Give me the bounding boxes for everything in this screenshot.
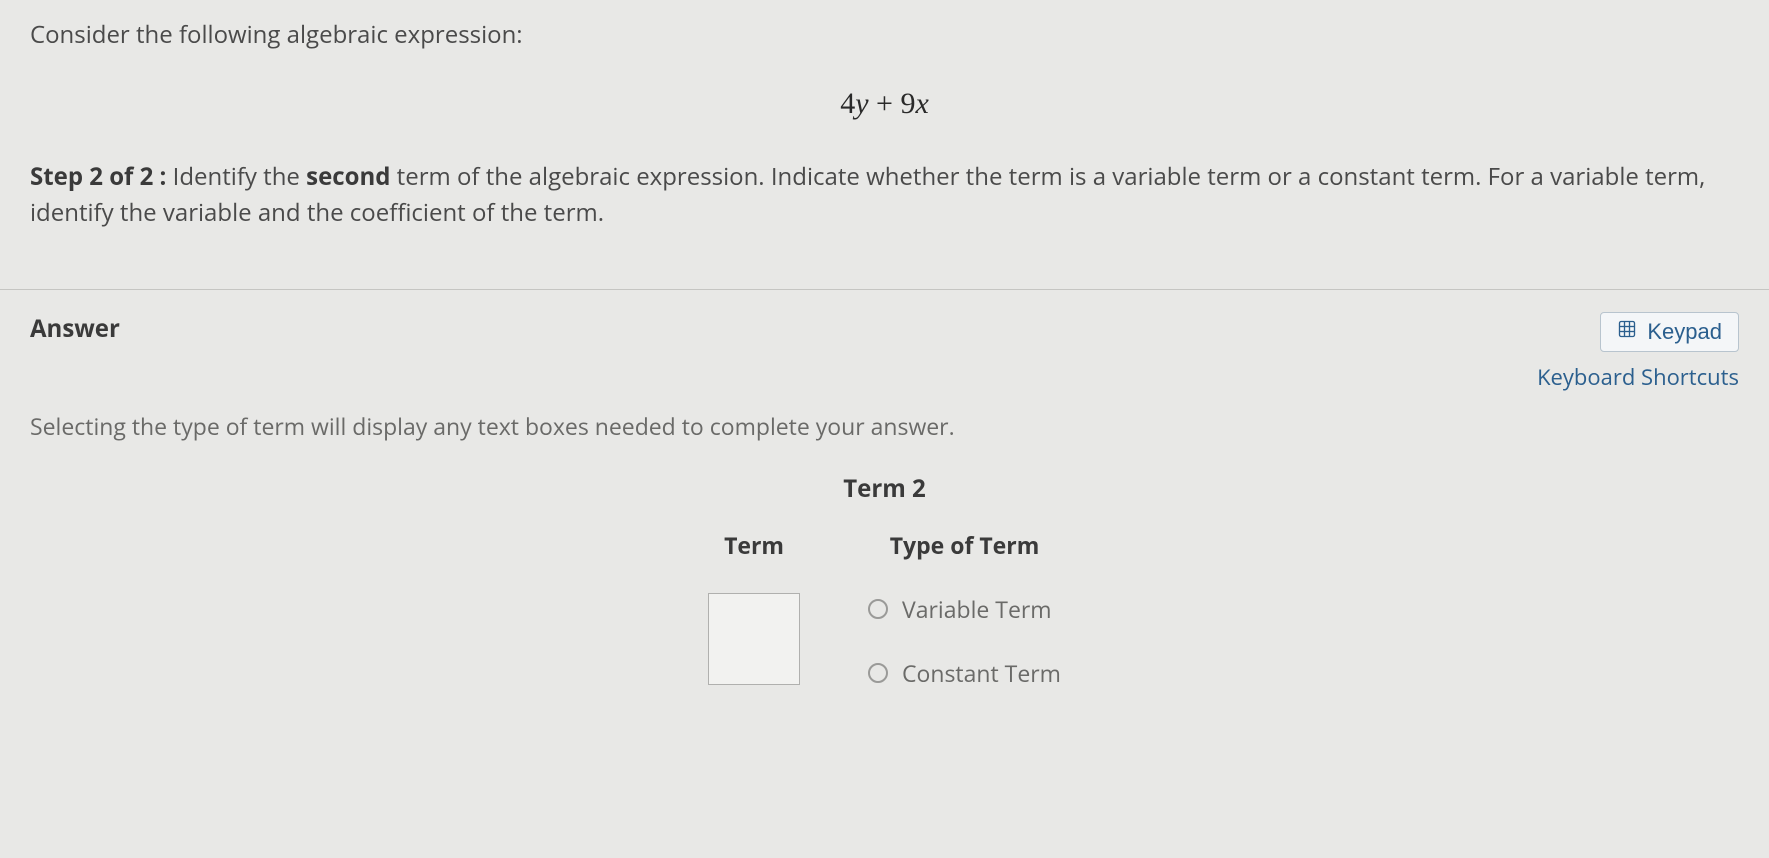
- constant-term-option[interactable]: Constant Term: [868, 657, 1061, 689]
- answer-section: Answer Keypad Keyboard Shortcuts Selecti…: [0, 290, 1769, 689]
- answer-heading: Answer: [30, 312, 120, 345]
- type-column: Type of Term Variable Term Constant Term: [868, 529, 1061, 689]
- type-column-label: Type of Term: [890, 529, 1040, 561]
- term-input[interactable]: [708, 593, 800, 685]
- answer-instruction: Selecting the type of term will display …: [30, 410, 1739, 442]
- question-section: Consider the following algebraic express…: [0, 0, 1769, 255]
- step-instruction: Step 2 of 2 : Identify the second term o…: [30, 159, 1739, 231]
- radio-icon: [868, 663, 888, 683]
- keypad-icon: [1617, 319, 1637, 345]
- term-column: Term: [708, 529, 800, 685]
- constant-term-label: Constant Term: [902, 657, 1061, 689]
- step-bold-word: second: [306, 160, 390, 193]
- variable-term-option[interactable]: Variable Term: [868, 593, 1052, 625]
- keypad-area: Keypad Keyboard Shortcuts: [1537, 312, 1739, 392]
- answer-header-row: Answer Keypad Keyboard Shortcuts: [30, 312, 1739, 392]
- keypad-label: Keypad: [1647, 319, 1722, 345]
- keypad-button[interactable]: Keypad: [1600, 312, 1739, 352]
- algebraic-expression: 4y + 9x: [30, 87, 1739, 121]
- variable-term-label: Variable Term: [902, 593, 1052, 625]
- step-prefix: Step 2 of 2 :: [30, 160, 166, 193]
- term-block: Term 2 Term Type of Term Variable Term C…: [30, 472, 1739, 689]
- term-heading: Term 2: [30, 472, 1739, 505]
- radio-icon: [868, 599, 888, 619]
- term-grid: Term Type of Term Variable Term Constant…: [708, 529, 1061, 689]
- keyboard-shortcuts-link[interactable]: Keyboard Shortcuts: [1537, 362, 1739, 392]
- term-column-label: Term: [724, 529, 784, 561]
- term-type-radio-group: Variable Term Constant Term: [868, 593, 1061, 689]
- question-prompt: Consider the following algebraic express…: [30, 18, 1739, 51]
